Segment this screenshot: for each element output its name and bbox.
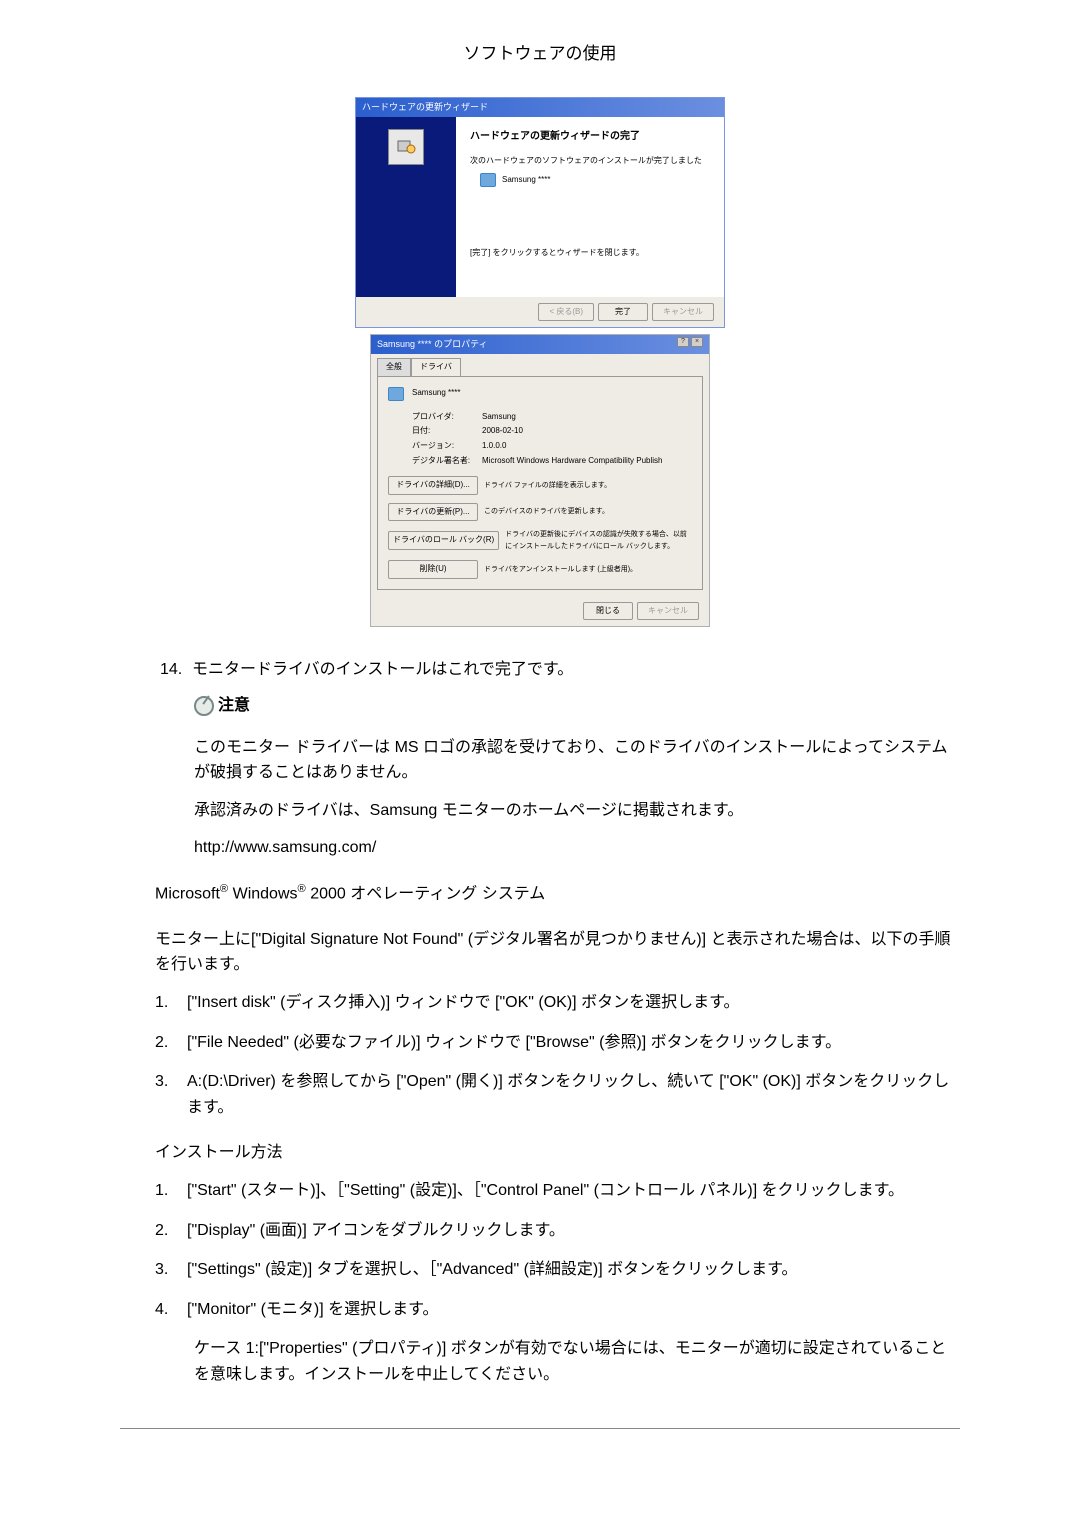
driver-update-desc: このデバイスのドライバを更新します。 — [484, 506, 692, 517]
props-title-mid: **** — [418, 339, 432, 349]
wizard-sidebar — [356, 117, 456, 297]
provider-value: Samsung — [482, 411, 516, 424]
properties-window: Samsung **** のプロパティ ? × 全般 ドライバ Samsung … — [370, 334, 710, 627]
item-num: 3. — [155, 1257, 175, 1283]
version-label: バージョン: — [412, 440, 482, 453]
item-text: ["File Needed" (必要なファイル)] ウィンドウで ["Brows… — [187, 1030, 960, 1056]
install-method-heading: インストール方法 — [155, 1140, 960, 1166]
wizard-window: ハードウェアの更新ウィザード ハードウェアの更新ウィザードの完了 次のハードウェ… — [355, 97, 725, 328]
close-icon[interactable]: × — [691, 337, 703, 347]
props-device-name: Samsung **** — [412, 387, 460, 400]
note-icon — [194, 696, 214, 716]
cancel-button-2[interactable]: キャンセル — [637, 602, 699, 621]
tab-driver[interactable]: ドライバ — [411, 358, 461, 376]
step-14: 14. モニタードライバのインストールはこれで完了です。 — [160, 657, 960, 683]
item-text: ["Monitor" (モニタ)] を選択します。 — [187, 1297, 960, 1323]
item-num: 2. — [155, 1030, 175, 1056]
item-text: ["Insert disk" (ディスク挿入)] ウィンドウで ["OK" (O… — [187, 990, 960, 1016]
tab-general[interactable]: 全般 — [377, 358, 411, 376]
item-num: 2. — [155, 1218, 175, 1244]
item-text: ["Start" (スタート)]、［"Setting" (設定)]、［"Cont… — [187, 1178, 960, 1204]
list-item: 3.A:(D:\Driver) を参照してから ["Open" (開く)] ボタ… — [155, 1069, 960, 1120]
list-item: 1. ["Insert disk" (ディスク挿入)] ウィンドウで ["OK" … — [155, 990, 960, 1016]
item-text: ["Settings" (設定)] タブを選択し、［"Advanced" (詳細… — [187, 1257, 960, 1283]
footer-divider — [120, 1428, 960, 1429]
wizard-device-name: Samsung **** — [502, 174, 550, 187]
monitor-icon — [388, 387, 404, 401]
step-text: モニタードライバのインストールはこれで完了です。 — [192, 657, 573, 683]
wizard-sidebar-icon — [388, 129, 424, 165]
driver-info: プロバイダ:Samsung 日付:2008-02-10 バージョン:1.0.0.… — [412, 411, 692, 468]
cancel-button[interactable]: キャンセル — [652, 303, 714, 322]
wizard-subtitle: 次のハードウェアのソフトウェアのインストールが完了しました — [470, 155, 710, 168]
list-2: 1. ["Start" (スタート)]、［"Setting" (設定)]、［"Co… — [155, 1178, 960, 1322]
item-num: 4. — [155, 1297, 175, 1323]
item-num: 1. — [155, 990, 175, 1016]
wizard-content: ハードウェアの更新ウィザードの完了 次のハードウェアのソフトウェアのインストール… — [456, 117, 724, 297]
list-item: 3. ["Settings" (設定)] タブを選択し、［"Advanced" (… — [155, 1257, 960, 1283]
props-title-suffix: のプロパティ — [434, 339, 487, 349]
date-label: 日付: — [412, 425, 482, 438]
finish-button[interactable]: 完了 — [598, 303, 648, 322]
help-icon[interactable]: ? — [677, 337, 689, 347]
wizard-titlebar: ハードウェアの更新ウィザード — [356, 98, 724, 116]
driver-update-button[interactable]: ドライバの更新(P)... — [388, 503, 478, 522]
item-text: A:(D:\Driver) を参照してから ["Open" (開く)] ボタンを… — [187, 1069, 960, 1120]
driver-detail-button[interactable]: ドライバの詳細(D)... — [388, 476, 478, 495]
note-para-1: このモニター ドライバーは MS ロゴの承認を受けており、このドライバのインスト… — [194, 735, 960, 786]
case-1: ケース 1:["Properties" (プロパティ)] ボタンが有効でない場合… — [194, 1336, 960, 1387]
properties-footer: 閉じる キャンセル — [371, 596, 709, 627]
properties-titlebar: Samsung **** のプロパティ ? × — [371, 335, 709, 353]
properties-body: Samsung **** プロバイダ:Samsung 日付:2008-02-10… — [377, 376, 703, 590]
driver-detail-desc: ドライバ ファイルの詳細を表示します。 — [484, 480, 692, 491]
wizard-heading: ハードウェアの更新ウィザードの完了 — [470, 129, 710, 145]
provider-label: プロバイダ: — [412, 411, 482, 424]
wizard-close-text: [完了] をクリックするとウィザードを閉じます。 — [470, 247, 710, 260]
list-item: 2. ["Display" (画面)] アイコンをダブルクリックします。 — [155, 1218, 960, 1244]
driver-rollback-button[interactable]: ドライバのロール バック(R) — [388, 531, 499, 550]
driver-uninstall-desc: ドライバをアンインストールします (上級者用)。 — [484, 564, 692, 575]
signer-label: デジタル署名者: — [412, 455, 482, 468]
list-1: 1. ["Insert disk" (ディスク挿入)] ウィンドウで ["OK" … — [155, 990, 960, 1120]
list-item: 4. ["Monitor" (モニタ)] を選択します。 — [155, 1297, 960, 1323]
step-num: 14. — [160, 657, 184, 683]
date-value: 2008-02-10 — [482, 425, 523, 438]
item-num: 1. — [155, 1178, 175, 1204]
note-label: 注意 — [218, 693, 250, 719]
signer-value: Microsoft Windows Hardware Compatibility… — [482, 455, 663, 468]
back-button[interactable]: < 戻る(B) — [538, 303, 594, 322]
note-para-2: 承認済みのドライバは、Samsung モニターのホームページに掲載されます。 — [194, 798, 960, 824]
driver-rollback-desc: ドライバの更新後にデバイスの認識が失敗する場合、以前にインストールしたドライバに… — [505, 529, 692, 551]
wizard-footer: < 戻る(B) 完了 キャンセル — [356, 297, 724, 328]
screenshots: ハードウェアの更新ウィザード ハードウェアの更新ウィザードの完了 次のハードウェ… — [120, 97, 960, 627]
props-title-prefix: Samsung — [377, 339, 415, 349]
monitor-icon — [480, 173, 496, 187]
page-title: ソフトウェアの使用 — [120, 40, 960, 67]
os-line: Microsoft® Windows® 2000 オペレーティング システム — [155, 881, 960, 907]
list-item: 1. ["Start" (スタート)]、［"Setting" (設定)]、［"Co… — [155, 1178, 960, 1204]
driver-uninstall-button[interactable]: 削除(U) — [388, 560, 478, 579]
close-button[interactable]: 閉じる — [583, 602, 633, 621]
samsung-url: http://www.samsung.com/ — [194, 835, 960, 861]
tabs: 全般 ドライバ — [371, 354, 709, 376]
version-value: 1.0.0.0 — [482, 440, 506, 453]
sig-notfound: モニター上に["Digital Signature Not Found" (デジ… — [155, 927, 960, 978]
item-num: 3. — [155, 1069, 175, 1120]
item-text: ["Display" (画面)] アイコンをダブルクリックします。 — [187, 1218, 960, 1244]
note-row: 注意 — [194, 693, 960, 719]
list-item: 2. ["File Needed" (必要なファイル)] ウィンドウで ["Bro… — [155, 1030, 960, 1056]
